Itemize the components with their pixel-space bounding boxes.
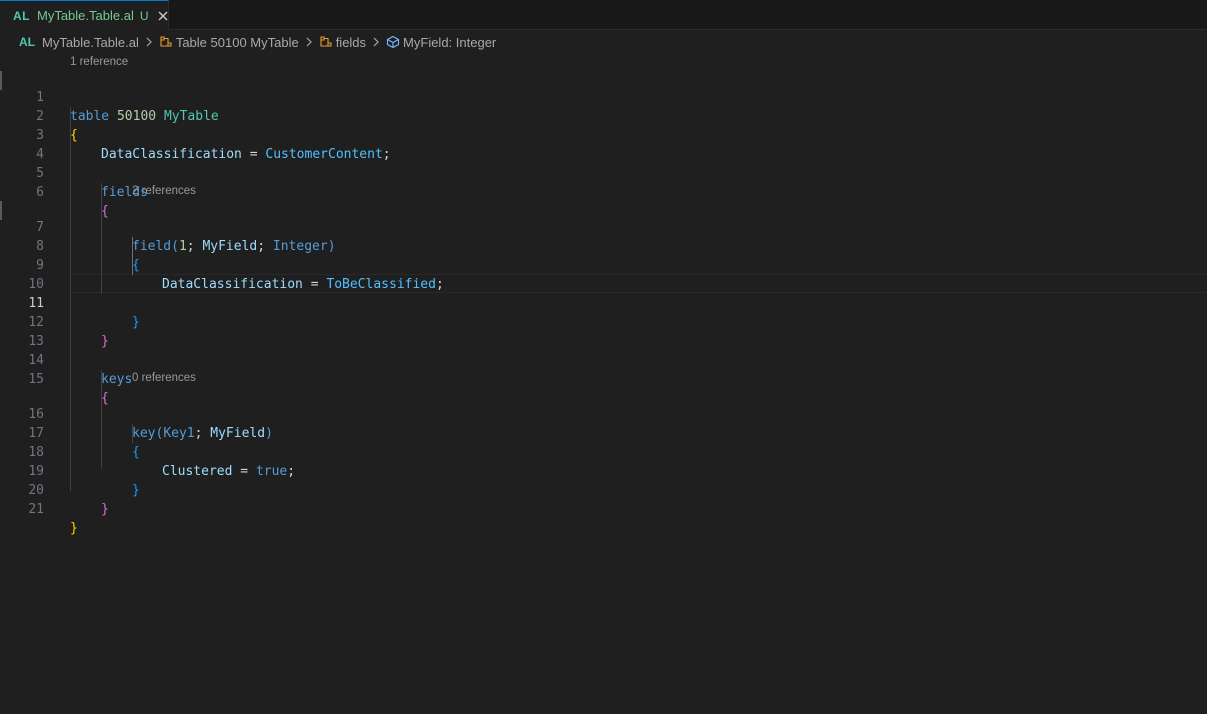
symbol-field-icon xyxy=(386,35,400,49)
git-status-badge: U xyxy=(139,8,149,23)
breadcrumb-fields[interactable]: fields xyxy=(319,35,366,50)
breadcrumb-field-label: MyField: Integer xyxy=(403,34,497,50)
al-language-icon: AL xyxy=(19,35,35,49)
breadcrumb-file[interactable]: MyTable.Table.al xyxy=(42,35,139,50)
code-line: 20 } xyxy=(0,462,1207,517)
chevron-right-icon xyxy=(145,37,153,47)
code-line: 14 keys xyxy=(0,332,1207,387)
breadcrumb-table-label: Table 50100 MyTable xyxy=(175,34,299,50)
chevron-right-icon xyxy=(372,37,380,47)
breadcrumb-file-label: MyTable.Table.al xyxy=(42,34,139,50)
code-line: 1 table 50100 MyTable xyxy=(0,69,1207,124)
code-line: 12 } xyxy=(0,294,1207,349)
code-line: 9 DataClassification = ToBeClassified; xyxy=(0,237,1207,292)
bracket-token: } xyxy=(70,521,78,536)
code-line: 4 xyxy=(0,126,1207,162)
code-line: 5 fields xyxy=(0,145,1207,200)
code-line: 19 } xyxy=(0,443,1207,498)
code-line: 3 DataClassification = CustomerContent; xyxy=(0,107,1207,162)
code-line: 13 xyxy=(0,313,1207,349)
breadcrumb-field[interactable]: MyField: Integer xyxy=(386,35,496,50)
breadcrumb: AL MyTable.Table.al Table 50100 MyTable … xyxy=(0,31,1207,53)
keyword-token: fields xyxy=(101,185,148,200)
code-line: 2 { xyxy=(0,88,1207,143)
codelens-references[interactable]: 1 reference xyxy=(70,55,128,70)
symbol-structure-icon xyxy=(159,35,173,49)
tab-bar: AL MyTable.Table.al U xyxy=(0,0,1207,30)
code-line: 17 { xyxy=(0,405,1207,460)
breadcrumb-table[interactable]: Table 50100 MyTable xyxy=(159,35,299,50)
code-line: 15 { xyxy=(0,351,1207,406)
code-line: 7 field(1; MyField; Integer) xyxy=(0,199,1207,254)
code-line-active: 11 } xyxy=(0,275,1207,330)
code-line: 21 } xyxy=(0,481,1207,536)
code-line: 8 { xyxy=(0,218,1207,273)
code-line: 10 xyxy=(0,256,1207,292)
keyword-token: keys xyxy=(101,372,133,387)
chevron-right-icon xyxy=(305,37,313,47)
symbol-structure-icon xyxy=(319,35,333,49)
code-line: 18 Clustered = true; xyxy=(0,424,1207,479)
codelens-references[interactable]: 0 references xyxy=(132,371,196,386)
code-line: 16 key(Key1; MyField) xyxy=(0,386,1207,441)
code-line: 6 { xyxy=(0,164,1207,219)
close-icon[interactable] xyxy=(158,9,169,23)
al-language-icon: AL xyxy=(13,8,30,23)
breadcrumb-fields-label: fields xyxy=(335,34,367,50)
bracket-token: } xyxy=(101,502,109,517)
tab-mytable[interactable]: AL MyTable.Table.al U xyxy=(0,0,169,30)
tab-filename: MyTable.Table.al xyxy=(37,8,134,23)
code-editor[interactable]: 1 reference 2 references 0 references 1 … xyxy=(0,53,1207,714)
line-number: 21 xyxy=(28,502,44,517)
